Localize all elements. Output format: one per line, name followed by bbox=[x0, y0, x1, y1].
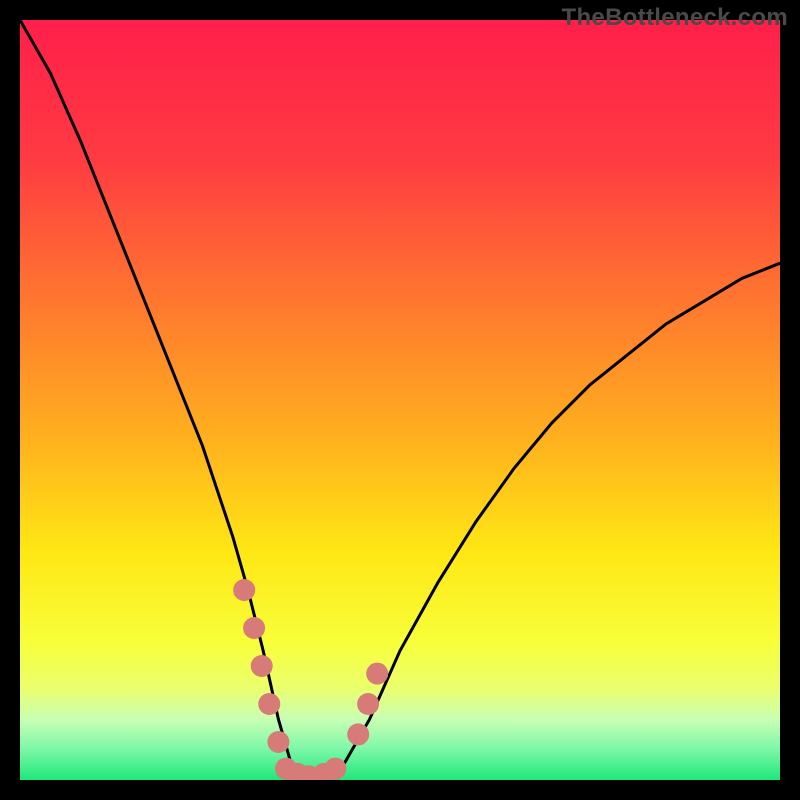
curve-marker bbox=[233, 579, 255, 601]
curve-marker bbox=[366, 663, 388, 685]
curve-marker bbox=[347, 723, 369, 745]
curve-marker bbox=[251, 655, 273, 677]
bottleneck-chart bbox=[0, 0, 800, 800]
watermark-text: TheBottleneck.com bbox=[562, 4, 788, 32]
curve-marker bbox=[258, 693, 280, 715]
curve-marker bbox=[267, 731, 289, 753]
gradient-background bbox=[20, 20, 780, 780]
curve-marker bbox=[324, 758, 346, 780]
curve-marker bbox=[243, 617, 265, 639]
chart-frame: TheBottleneck.com bbox=[0, 0, 800, 800]
curve-marker bbox=[357, 693, 379, 715]
